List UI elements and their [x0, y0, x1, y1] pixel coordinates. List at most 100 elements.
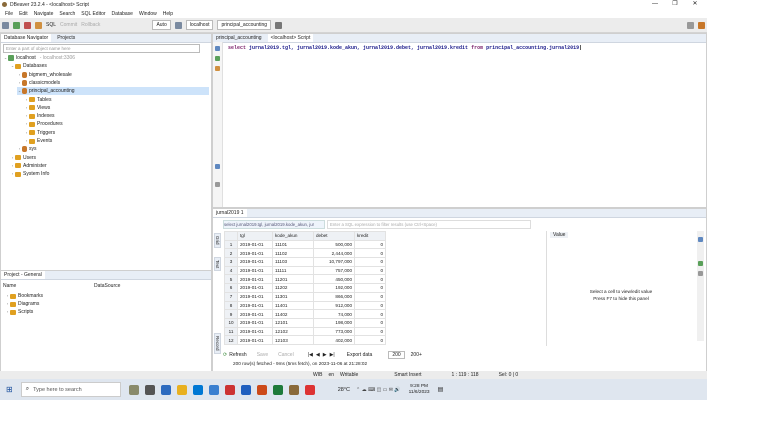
sql-query-text[interactable]: select jurnal2019.tgl, jurnal2019.kode_a… [228, 45, 582, 51]
windows-start-icon[interactable]: ⊞ [6, 385, 13, 394]
tab-project-general[interactable]: Project - General [1, 271, 45, 279]
cell-kredit[interactable]: 0 [354, 239, 386, 250]
cell-kredit[interactable]: 0 [354, 283, 386, 293]
table-row[interactable]: 11 2019-01-01 12102 773,000 0 [224, 326, 386, 337]
cell-kode-akun[interactable]: 11402 [272, 309, 314, 319]
col-header-debet[interactable]: debet [313, 231, 355, 241]
maximize-button[interactable]: ❐ [665, 0, 685, 9]
tree-node-classicmodels[interactable]: › classicmodels [17, 79, 209, 87]
cell-kode-akun[interactable]: 11301 [272, 291, 314, 302]
col-header-kredit[interactable]: kredit [354, 231, 386, 241]
powerpoint-icon[interactable] [256, 384, 267, 395]
col-header-kode-akun[interactable]: kode_akun [272, 231, 314, 241]
cell-tgl[interactable]: 2019-01-01 [237, 283, 273, 293]
panels-icon[interactable] [698, 237, 703, 242]
cell-kredit[interactable]: 0 [354, 317, 386, 328]
project-item-bookmarks[interactable]: › Bookmarks [5, 292, 43, 300]
navigator-filter-input[interactable]: Enter a part of object name here [3, 44, 200, 53]
cell-kredit[interactable]: 0 [354, 335, 386, 345]
fetch-size-input[interactable]: 200 [388, 350, 405, 359]
connect-icon[interactable] [13, 21, 20, 29]
cell-kredit[interactable]: 0 [354, 291, 386, 302]
nav-first-icon[interactable]: |◀ [308, 352, 313, 358]
cell-tgl[interactable]: 2019-01-01 [237, 248, 273, 259]
edge-icon[interactable] [160, 384, 171, 395]
explain-icon[interactable] [215, 66, 220, 71]
tab-text[interactable]: Text [214, 257, 221, 272]
execute-script-icon[interactable] [215, 56, 220, 61]
outline-icon[interactable] [215, 164, 220, 169]
connection-select[interactable]: localhost [185, 20, 214, 30]
news-widget-icon[interactable] [128, 384, 139, 395]
cell-tgl[interactable]: 2019-01-01 [237, 300, 273, 311]
row-number[interactable]: 5 [224, 274, 238, 285]
table-row[interactable]: 12 2019-01-01 12103 402,000 0 [224, 335, 386, 345]
cell-kode-akun[interactable]: 12102 [272, 326, 314, 337]
menu-database[interactable]: Database [112, 11, 133, 17]
row-number[interactable]: 11 [224, 326, 238, 337]
tree-node-bigmem-wholesale[interactable]: › bigmem_wholesale [17, 71, 209, 79]
row-number[interactable]: 7 [224, 291, 238, 302]
save-button[interactable]: Save [257, 352, 268, 358]
cell-kredit[interactable]: 0 [354, 265, 386, 276]
cell-kode-akun[interactable]: 12101 [272, 317, 314, 328]
menu-file[interactable]: File [5, 11, 13, 17]
table-row[interactable]: 7 2019-01-01 11301 866,000 0 [224, 291, 386, 302]
row-number[interactable]: 6 [224, 283, 238, 293]
fetch-more-button[interactable]: 200+ [411, 352, 422, 358]
menu-edit[interactable]: Edit [19, 11, 28, 17]
table-row[interactable]: 10 2019-01-01 12101 198,000 0 [224, 317, 386, 328]
cell-tgl[interactable]: 2019-01-01 [237, 239, 273, 250]
table-row[interactable]: 6 2019-01-01 11202 192,000 0 [224, 283, 386, 293]
table-row[interactable]: 5 2019-01-01 11201 450,000 0 [224, 274, 386, 285]
cell-kode-akun[interactable]: 12103 [272, 335, 314, 345]
menu-window[interactable]: Window [139, 11, 157, 17]
tray-icons[interactable]: ⌃ ☁ ⌨ ◫ ▭ ✉ 🔊 [356, 387, 401, 393]
project-item-diagrams[interactable]: › Diagrams [5, 300, 40, 308]
rollback-button[interactable]: Rollback [81, 22, 100, 28]
dbeaver-icon[interactable] [288, 384, 299, 395]
cell-tgl[interactable]: 2019-01-01 [237, 257, 273, 267]
panel-toggle-icon[interactable] [215, 182, 220, 187]
cell-debet[interactable]: 192,000 [313, 283, 355, 293]
cell-debet[interactable]: 402,000 [313, 335, 355, 345]
tab-projects[interactable]: Projects [54, 34, 78, 42]
sql-editor-icon[interactable] [35, 21, 42, 29]
table-row[interactable]: 1 2019-01-01 11101 500,000 0 [224, 239, 386, 250]
results-query-label[interactable]: select jurnal2019.tgl, jurnal2019.kode_a… [223, 220, 325, 229]
close-button[interactable]: ✕ [685, 0, 705, 9]
tree-node-triggers[interactable]: › Triggers [24, 129, 209, 137]
cell-tgl[interactable]: 2019-01-01 [237, 274, 273, 285]
refresh-button[interactable]: Refresh [229, 352, 247, 358]
export-data-button[interactable]: Export data [347, 352, 373, 358]
table-row[interactable]: 2 2019-01-01 11102 2,444,000 0 [224, 248, 386, 259]
cell-tgl[interactable]: 2019-01-01 [237, 309, 273, 319]
tree-node-localhost[interactable]: ⌄ localhost - localhost:3306 [3, 54, 209, 62]
chrome-icon[interactable] [224, 384, 235, 395]
tree-node-sys[interactable]: › sys [17, 145, 209, 153]
taskbar-search-box[interactable]: ⌕ Type here to search [20, 382, 121, 397]
tree-node-databases[interactable]: ⌄ Databases [10, 62, 209, 70]
calc-icon[interactable] [698, 261, 703, 266]
row-number[interactable]: 12 [224, 335, 238, 345]
cell-debet[interactable]: 500,000 [313, 239, 355, 250]
tab-record[interactable]: Record [214, 333, 221, 354]
table-row[interactable]: 4 2019-01-01 11111 757,000 0 [224, 265, 386, 276]
execute-icon[interactable] [215, 46, 220, 51]
new-connection-icon[interactable] [2, 21, 9, 29]
table-row[interactable]: 9 2019-01-01 11402 74,000 0 [224, 309, 386, 319]
cell-kredit[interactable]: 0 [354, 274, 386, 285]
tree-node-administer[interactable]: › Administer [10, 162, 209, 170]
store-icon[interactable] [192, 384, 203, 395]
menu-search[interactable]: Search [59, 11, 75, 17]
cell-debet[interactable]: 450,000 [313, 274, 355, 285]
row-number[interactable]: 8 [224, 300, 238, 311]
excel-icon[interactable] [272, 384, 283, 395]
cell-debet[interactable]: 198,000 [313, 317, 355, 328]
disconnect-icon[interactable] [24, 21, 31, 29]
tab-database-navigator[interactable]: Database Navigator [1, 34, 52, 42]
tab-results-jurnal2019[interactable]: jurnal2019 1 [213, 209, 247, 217]
tree-node-tables[interactable]: › Tables [24, 96, 209, 104]
tree-node-system-info[interactable]: › System Info [10, 170, 209, 178]
weather-temp[interactable]: 28°C [338, 387, 350, 393]
